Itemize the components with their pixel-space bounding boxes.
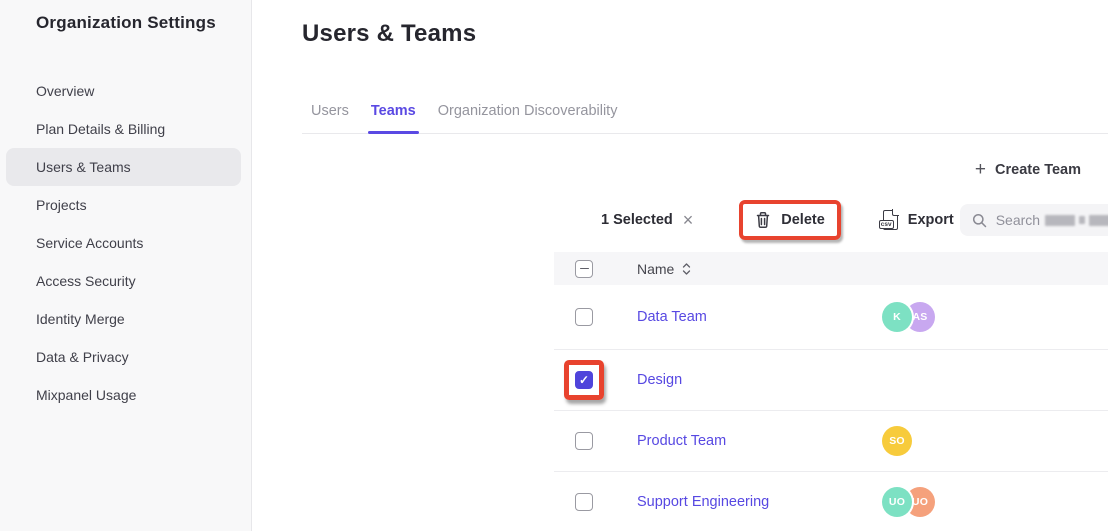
table-header-row: Name	[554, 252, 1108, 285]
selection-toolbar: 1 Selected × Delete	[554, 200, 1081, 240]
row-checkbox[interactable]	[575, 308, 593, 326]
export-button[interactable]: csv Export	[875, 202, 960, 238]
avatar: UO	[882, 487, 912, 517]
team-name-link[interactable]: Design	[637, 372, 682, 388]
team-name-link[interactable]: Support Engineering	[637, 494, 769, 510]
table-body: Data Team KAS Design Product Team SO	[554, 285, 1108, 531]
sidebar-item-projects[interactable]: Projects	[6, 186, 241, 224]
redacted-org-name	[1045, 214, 1108, 226]
team-name-link[interactable]: Data Team	[637, 309, 707, 325]
tab-organization-discoverability[interactable]: Organization Discoverability	[429, 103, 627, 133]
member-avatars: UOUO	[882, 487, 935, 517]
export-label: Export	[908, 212, 954, 228]
sort-icon	[682, 263, 691, 275]
create-team-label: Create Team	[995, 162, 1081, 178]
organization-settings-page: Organization Settings OverviewPlan Detai…	[0, 0, 1108, 531]
clear-selection-icon[interactable]: ×	[683, 211, 694, 229]
selected-count: 1 Selected	[601, 212, 673, 228]
table-row: Support Engineering UOUO	[554, 472, 1108, 531]
page-title: Users & Teams	[302, 20, 476, 48]
member-avatars: SO	[882, 426, 912, 456]
sidebar-item-mixpanel-usage[interactable]: Mixpanel Usage	[6, 376, 241, 414]
search-teams-input[interactable]: Search teams	[960, 204, 1108, 236]
sidebar-nav: OverviewPlan Details & BillingUsers & Te…	[0, 72, 251, 414]
tab-bar: UsersTeamsOrganization Discoverability	[302, 88, 1108, 134]
name-column-header[interactable]: Name	[637, 261, 882, 277]
sidebar-item-plan-details-billing[interactable]: Plan Details & Billing	[6, 110, 241, 148]
row-checkbox[interactable]	[575, 371, 593, 389]
search-icon	[972, 213, 987, 228]
create-team-button[interactable]: + Create Team	[975, 162, 1081, 178]
member-avatars: KAS	[882, 302, 935, 332]
row-checkbox[interactable]	[575, 493, 593, 511]
settings-sidebar: Organization Settings OverviewPlan Detai…	[0, 0, 252, 531]
sidebar-item-access-security[interactable]: Access Security	[6, 262, 241, 300]
table-row: Product Team SO	[554, 411, 1108, 472]
csv-file-icon: csv	[881, 210, 898, 230]
select-all-checkbox[interactable]	[575, 260, 593, 278]
delete-button[interactable]: Delete	[749, 203, 831, 237]
search-placeholder: Search teams	[996, 212, 1108, 228]
avatar: K	[882, 302, 912, 332]
sidebar-item-overview[interactable]: Overview	[6, 72, 241, 110]
teams-table: Name Data Team KAS	[554, 252, 1108, 531]
delete-label: Delete	[781, 212, 825, 228]
tab-users[interactable]: Users	[302, 103, 358, 133]
sidebar-item-identity-merge[interactable]: Identity Merge	[6, 300, 241, 338]
main-content: Users & Teams UsersTeamsOrganization Dis…	[252, 0, 1108, 531]
team-name-link[interactable]: Product Team	[637, 433, 726, 449]
sidebar-item-users-teams[interactable]: Users & Teams	[6, 148, 241, 186]
sidebar-item-data-privacy[interactable]: Data & Privacy	[6, 338, 241, 376]
table-row: Design	[554, 350, 1108, 411]
table-row: Data Team KAS	[554, 285, 1108, 350]
sidebar-title: Organization Settings	[0, 0, 251, 33]
avatar: SO	[882, 426, 912, 456]
tab-teams[interactable]: Teams	[362, 103, 425, 133]
sidebar-item-service-accounts[interactable]: Service Accounts	[6, 224, 241, 262]
plus-icon: +	[975, 163, 986, 177]
selection-summary: 1 Selected ×	[601, 211, 693, 229]
row-checkbox[interactable]	[575, 432, 593, 450]
trash-icon	[755, 211, 771, 229]
